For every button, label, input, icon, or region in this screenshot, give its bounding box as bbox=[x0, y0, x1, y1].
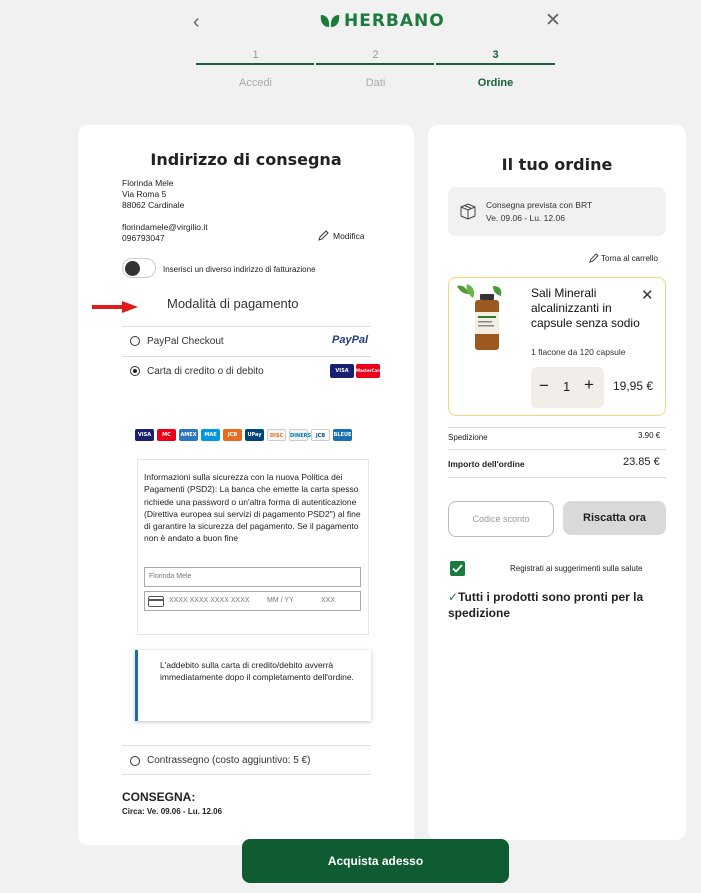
amex-icon: AMEX bbox=[179, 429, 198, 441]
checkmark-icon bbox=[452, 564, 463, 573]
credit-card-icon bbox=[148, 596, 164, 607]
card-brand-logos: VISA MasterCard bbox=[330, 364, 382, 378]
divider bbox=[448, 449, 666, 450]
step-1-bar bbox=[196, 63, 314, 65]
cardholder-name-input[interactable]: Florinda Mele bbox=[144, 567, 361, 587]
psd2-info-text: Informazioni sulla sicurezza con la nuov… bbox=[144, 472, 361, 544]
step-2-number: 2 bbox=[372, 49, 379, 61]
address-phone: 096793047 bbox=[122, 233, 165, 243]
step-1-label[interactable]: Accedi bbox=[196, 77, 315, 89]
register-checkbox[interactable] bbox=[450, 561, 465, 576]
address-city: 88062 Cardinale bbox=[122, 200, 185, 210]
shipping-value: 3.90 € bbox=[638, 431, 661, 440]
step-3-number: 3 bbox=[492, 49, 499, 61]
total-label: Importo dell'ordine bbox=[448, 459, 525, 469]
step-3-label: Ordine bbox=[477, 77, 514, 89]
brand-logo: HERBANO bbox=[320, 11, 445, 31]
total-value: 23.85 € bbox=[623, 456, 660, 468]
visa-logo: VISA bbox=[330, 364, 354, 378]
brand-name: HERBANO bbox=[344, 11, 445, 31]
card-details-input[interactable]: XXXX XXXX XXXX XXXX MM / YY XXX bbox=[144, 591, 361, 611]
paypal-logo: PayPal bbox=[332, 334, 369, 346]
jcb-icon: JCB bbox=[311, 429, 330, 441]
address-name: Florinda Mele bbox=[122, 178, 174, 188]
checkout-header: ‹ HERBANO ✕ 1 2 3 Accedi Dati Ordine bbox=[0, 0, 701, 110]
charge-notice-text: L'addebito sulla carta di credito/debito… bbox=[160, 660, 354, 683]
visa-icon: VISA bbox=[135, 429, 154, 441]
back-to-cart-label: Torna al carrello bbox=[601, 253, 658, 263]
carte-bleue-icon: BLEUE bbox=[333, 429, 352, 441]
divider bbox=[122, 745, 371, 746]
divider bbox=[448, 427, 666, 428]
address-email: florindamele@virgilio.it bbox=[122, 222, 208, 232]
billing-address-toggle[interactable] bbox=[122, 258, 156, 278]
buy-now-button[interactable]: Acquista adesso bbox=[242, 839, 509, 883]
divider bbox=[448, 477, 666, 478]
unionpay-icon: UPay bbox=[245, 429, 264, 441]
close-icon[interactable]: ✕ bbox=[545, 11, 561, 31]
paypal-label[interactable]: PayPal Checkout bbox=[147, 336, 224, 347]
minus-icon[interactable]: − bbox=[539, 376, 549, 396]
shipping-label: Spedizione bbox=[448, 433, 488, 442]
divider bbox=[122, 326, 371, 327]
mastercard-logo: MasterCard bbox=[356, 364, 382, 378]
address-title: Indirizzo di consegna bbox=[150, 150, 342, 169]
plus-icon[interactable]: + bbox=[584, 375, 594, 395]
product-variant: 1 flacone da 120 capsule bbox=[531, 347, 626, 357]
product-image bbox=[457, 284, 502, 350]
shipping-dates: Ve. 09.06 - Lu. 12.06 bbox=[486, 213, 565, 223]
quantity-value[interactable]: 1 bbox=[563, 379, 570, 394]
shipping-carrier: Consegna prevista con BRT bbox=[486, 200, 593, 210]
cod-radio[interactable] bbox=[130, 756, 140, 766]
check-icon: ✓ bbox=[448, 590, 459, 604]
ready-text: Tutti i prodotti sono pronti per la sped… bbox=[448, 590, 644, 620]
delivery-window: Circa: Ve. 09.06 - Lu. 12.06 bbox=[122, 807, 223, 816]
maestro-icon: MAE bbox=[201, 429, 220, 441]
card-icon-row: VISA MC AMEX MAE JCB UPay DISC DINERS JCB BLEUE bbox=[135, 429, 365, 447]
red-arrow-icon bbox=[92, 301, 138, 313]
expiry-placeholder[interactable]: MM / YY bbox=[267, 592, 294, 610]
card-radio[interactable] bbox=[130, 366, 140, 376]
back-to-cart-link[interactable]: Torna al carrello bbox=[589, 253, 658, 263]
step-3-bar bbox=[436, 63, 555, 65]
step-1-number: 1 bbox=[252, 49, 259, 61]
quantity-stepper[interactable]: − 1 + bbox=[531, 367, 604, 408]
shipping-estimate-box: Consegna prevista con BRT Ve. 09.06 - Lu… bbox=[448, 187, 666, 236]
pencil-icon bbox=[318, 230, 329, 241]
pencil-icon bbox=[589, 253, 599, 263]
jcb-icon: JCB bbox=[223, 429, 242, 441]
divider bbox=[122, 356, 371, 357]
discover-icon: DISC bbox=[267, 429, 286, 441]
remove-item-icon[interactable]: ✕ bbox=[641, 286, 654, 304]
divider bbox=[122, 774, 371, 775]
product-name[interactable]: Sali Minerali alcalinizzanti in capsule … bbox=[531, 286, 641, 331]
edit-address-link[interactable]: Modifica bbox=[318, 230, 365, 241]
back-chevron-icon[interactable]: ‹ bbox=[193, 12, 200, 32]
card-number-placeholder[interactable]: XXXX XXXX XXXX XXXX bbox=[169, 592, 250, 610]
edit-label: Modifica bbox=[333, 230, 365, 241]
cvc-placeholder[interactable]: XXX bbox=[321, 592, 335, 610]
diners-icon: DINERS bbox=[289, 429, 311, 441]
charge-notice: L'addebito sulla carta di credito/debito… bbox=[135, 650, 371, 721]
step-2-label[interactable]: Dati bbox=[316, 77, 435, 89]
step-2-bar bbox=[316, 63, 434, 65]
order-title: Il tuo ordine bbox=[501, 155, 613, 174]
ready-message: ✓Tutti i prodotti sono pronti per la spe… bbox=[448, 589, 673, 621]
coupon-input[interactable]: Codice sconto bbox=[448, 501, 554, 537]
address-street: Via Roma 5 bbox=[122, 189, 167, 199]
payment-title: Modalità di pagamento bbox=[167, 296, 299, 311]
product-price: 19,95 € bbox=[613, 379, 654, 393]
cod-label[interactable]: Contrassegno (costo aggiuntivo: 5 €) bbox=[147, 755, 310, 766]
card-label[interactable]: Carta di credito o di debito bbox=[147, 366, 264, 377]
package-icon bbox=[460, 203, 476, 220]
mastercard-icon: MC bbox=[157, 429, 176, 441]
billing-toggle-label: Inserisci un diverso indirizzo di fattur… bbox=[163, 265, 316, 274]
redeem-button[interactable]: Riscatta ora bbox=[563, 501, 666, 535]
toggle-knob bbox=[125, 261, 140, 276]
leaf-icon bbox=[320, 15, 340, 27]
delivery-title: CONSEGNA: bbox=[122, 790, 196, 804]
register-label: Registrati ai suggerimenti sulla salute bbox=[510, 564, 643, 573]
paypal-radio[interactable] bbox=[130, 336, 140, 346]
